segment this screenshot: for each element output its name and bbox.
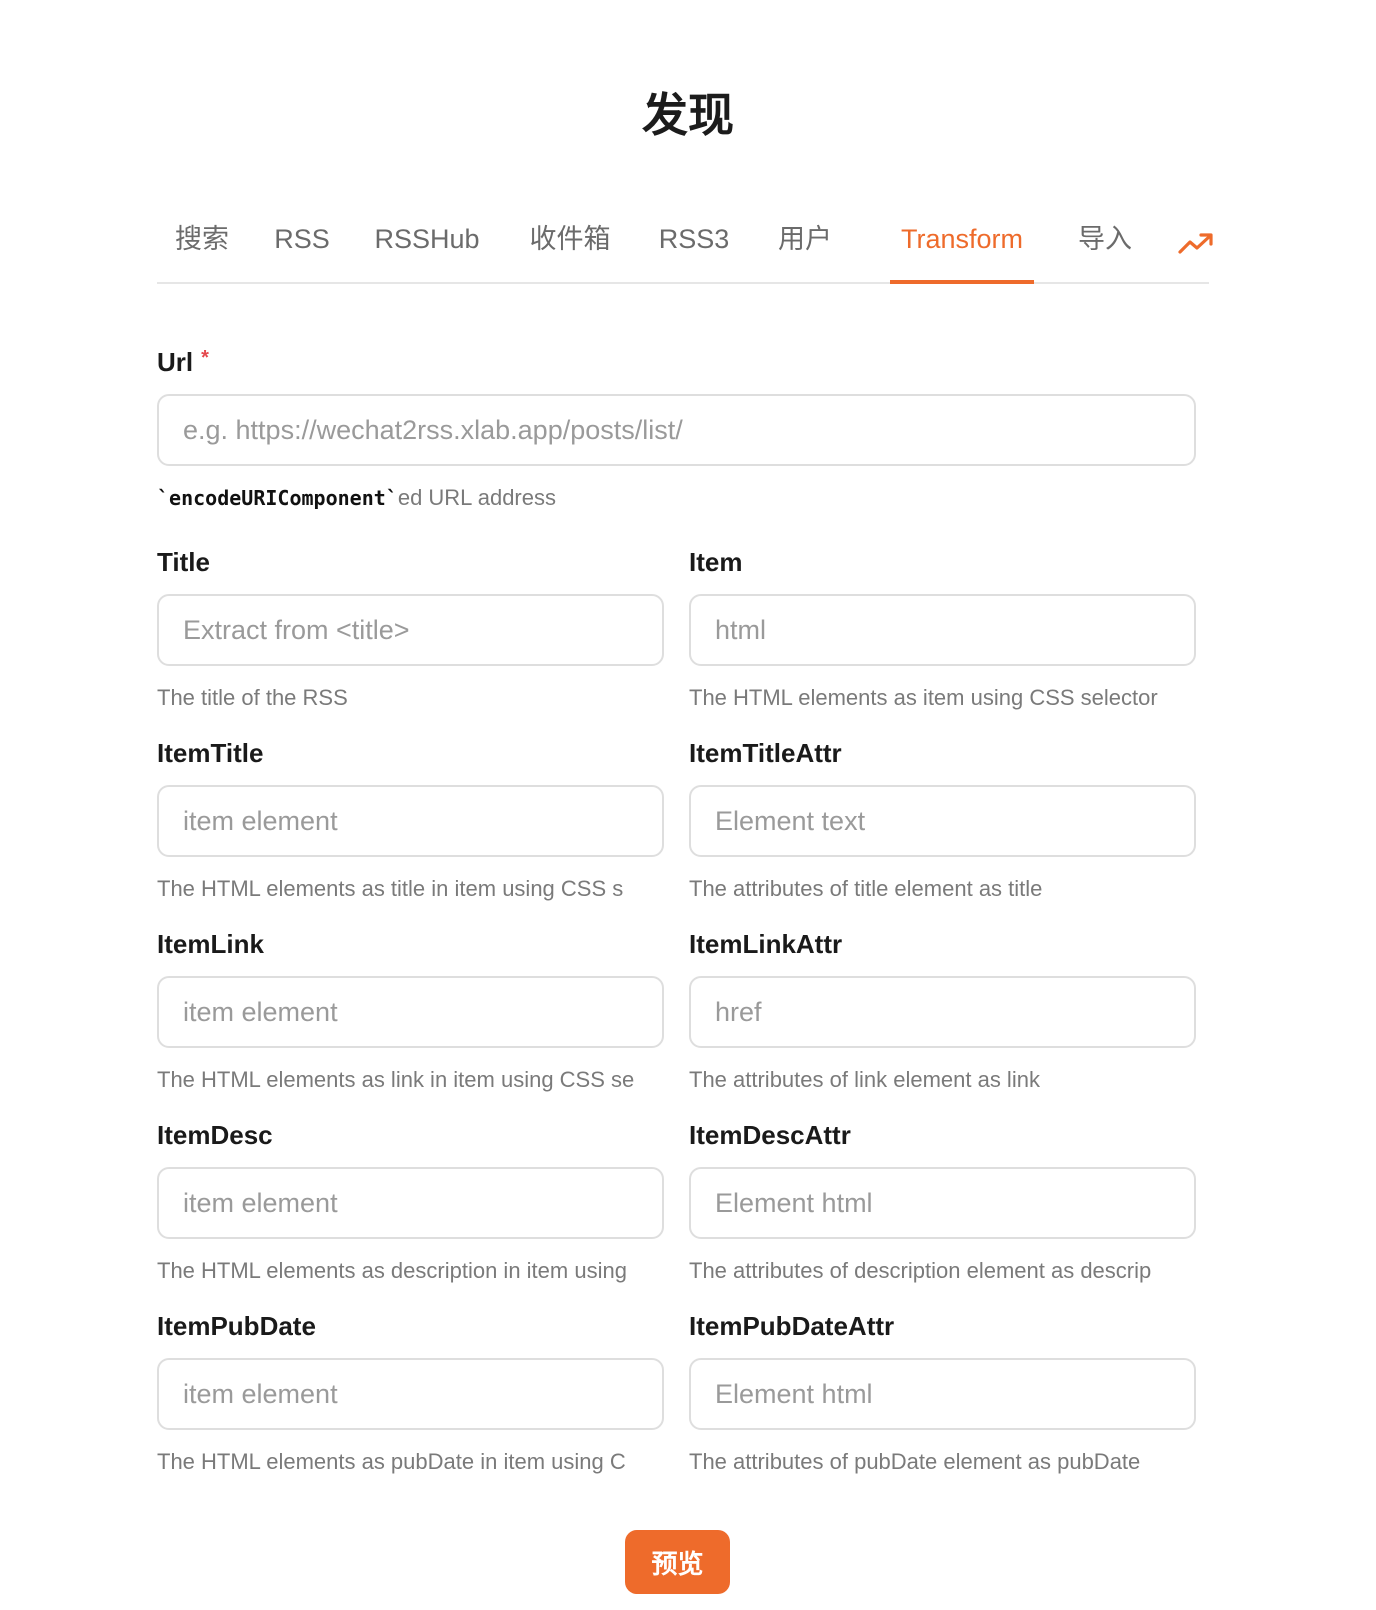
item-input[interactable] (689, 594, 1196, 666)
required-mark: * (201, 347, 209, 369)
tab-rss3[interactable]: RSS3 (652, 224, 736, 284)
trending-up-icon[interactable] (1177, 228, 1215, 258)
item-pubdate-help: The HTML elements as pubDate in item usi… (157, 1449, 626, 1474)
item-label: Item (689, 547, 743, 577)
url-input[interactable] (157, 394, 1196, 466)
url-help-text: ed URL address (397, 485, 556, 510)
item-title-attr-help: The attributes of title element as title (689, 876, 1043, 901)
item-pubdate-input[interactable] (157, 1358, 664, 1430)
item-desc-attr-label: ItemDescAttr (689, 1120, 851, 1150)
item-title-label: ItemTitle (157, 738, 264, 768)
item-pubdate-attr-input[interactable] (689, 1358, 1196, 1430)
title-input[interactable] (157, 594, 664, 666)
item-help: The HTML elements as item using CSS sele… (689, 685, 1158, 710)
item-link-attr-input[interactable] (689, 976, 1196, 1048)
item-title-attr-input[interactable] (689, 785, 1196, 857)
tab-users[interactable]: 用户 (767, 224, 843, 284)
item-link-attr-label: ItemLinkAttr (689, 929, 843, 959)
item-link-label: ItemLink (157, 929, 264, 959)
page-title: 发现 (642, 89, 734, 141)
url-help-code: `encodeURIComponent` (157, 486, 398, 510)
url-label-text: Url (157, 347, 194, 377)
item-desc-help: The HTML elements as description in item… (157, 1258, 627, 1283)
item-title-help: The HTML elements as title in item using… (157, 876, 624, 901)
tab-inbox[interactable]: 收件箱 (518, 224, 622, 284)
discover-page: 发现 搜索 RSS RSSHub 收件箱 RSS3 用户 Transform 导… (0, 0, 1376, 1610)
url-label: Url * (157, 346, 209, 378)
url-help: `encodeURIComponent`ed URL address (157, 484, 1196, 512)
item-link-help: The HTML elements as link in item using … (157, 1067, 635, 1092)
item-desc-input[interactable] (157, 1167, 664, 1239)
item-link-attr-help: The attributes of link element as link (689, 1067, 1040, 1092)
item-pubdate-attr-label: ItemPubDateAttr (689, 1311, 895, 1341)
item-link-input[interactable] (157, 976, 664, 1048)
item-pubdate-attr-help: The attributes of pubDate element as pub… (689, 1449, 1141, 1474)
item-pubdate-label: ItemPubDate (157, 1311, 316, 1341)
tab-import[interactable]: 导入 (1067, 224, 1143, 284)
item-title-input[interactable] (157, 785, 664, 857)
tab-transform[interactable]: Transform (890, 224, 1034, 284)
tab-bar: 搜索 RSS RSSHub 收件箱 RSS3 用户 Transform 导入 (157, 206, 1213, 284)
tab-rss[interactable]: RSS (267, 224, 337, 284)
preview-button[interactable]: 预览 (625, 1530, 730, 1594)
item-desc-attr-help: The attributes of description element as… (689, 1258, 1152, 1283)
title-help: The title of the RSS (157, 685, 348, 710)
item-desc-label: ItemDesc (157, 1120, 273, 1150)
item-title-attr-label: ItemTitleAttr (689, 738, 842, 768)
tab-search[interactable]: 搜索 (165, 224, 239, 284)
title-label: Title (157, 547, 210, 577)
tab-rsshub[interactable]: RSSHub (367, 224, 487, 284)
item-desc-attr-input[interactable] (689, 1167, 1196, 1239)
